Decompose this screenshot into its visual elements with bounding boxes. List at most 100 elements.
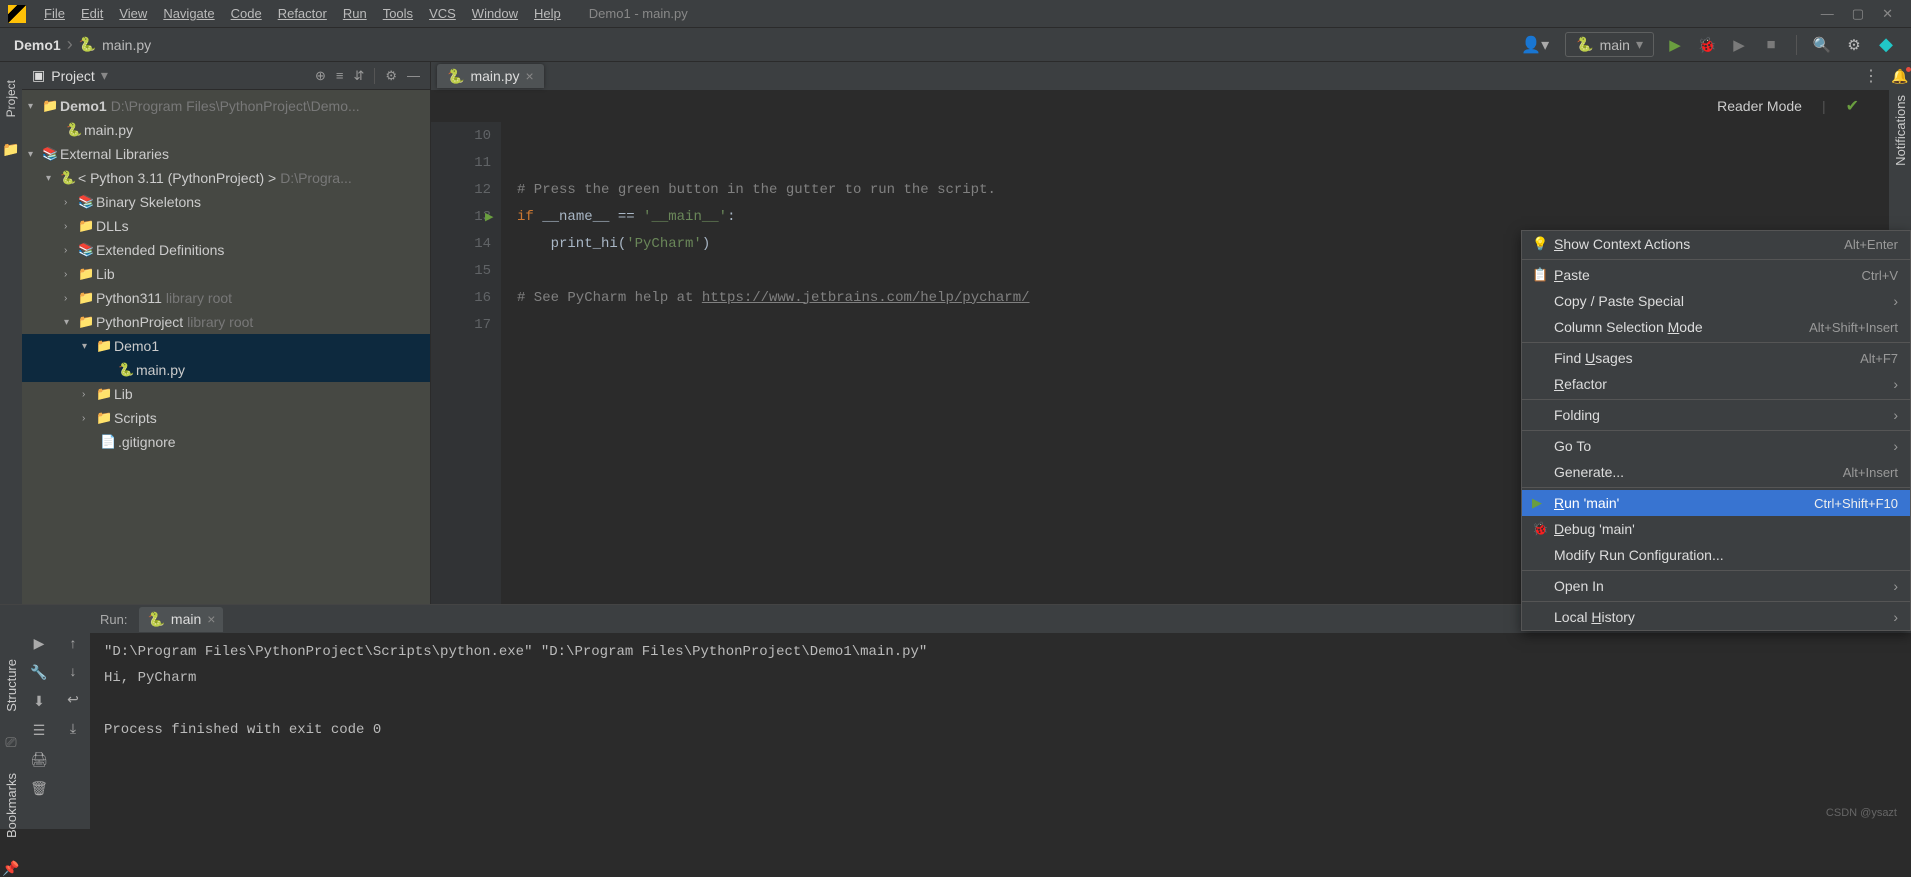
locate-icon[interactable]: ⊕ xyxy=(315,68,326,84)
context-menu-item-open-in[interactable]: Open In› xyxy=(1522,573,1910,599)
menu-code[interactable]: Code xyxy=(223,6,270,21)
breadcrumb-file[interactable]: main.py xyxy=(102,37,151,53)
debug-button[interactable]: 🐞 xyxy=(1696,36,1718,54)
run-config-select[interactable]: 🐍 main ▾ xyxy=(1565,32,1654,57)
hide-icon[interactable]: — xyxy=(407,68,420,84)
rail-project[interactable]: Project xyxy=(4,76,18,121)
inspections-ok-icon[interactable]: ✔ xyxy=(1846,96,1859,116)
python-icon: 🐍 xyxy=(147,611,164,628)
wrench-icon[interactable]: 🔧 xyxy=(30,664,47,681)
context-menu-item-show-context-actions[interactable]: 💡Show Context ActionsAlt+Enter xyxy=(1522,231,1910,257)
context-menu-item-label: Generate... xyxy=(1554,464,1843,480)
tree-item[interactable]: ▾📁PythonProjectlibrary root xyxy=(22,310,430,334)
context-menu-item-column-selection-mode[interactable]: Column Selection ModeAlt+Shift+Insert xyxy=(1522,314,1910,340)
stack-icon[interactable]: ☰ xyxy=(33,722,46,739)
tab-more-icon[interactable]: ⋮ xyxy=(1853,66,1889,86)
down-arrow-icon[interactable]: ⬇ xyxy=(33,693,45,710)
rail-bookmarks[interactable]: Bookmarks xyxy=(4,769,19,842)
user-icon[interactable]: 👤▾ xyxy=(1515,35,1555,55)
tree-root[interactable]: ▾📁 Demo1 D:\Program Files\PythonProject\… xyxy=(22,94,430,118)
scroll-end-icon[interactable]: ⤓ xyxy=(70,720,76,737)
rail-structure[interactable]: Structure xyxy=(4,655,19,716)
search-icon[interactable]: 🔍 xyxy=(1811,36,1833,54)
run-tab-main[interactable]: 🐍 main × xyxy=(139,607,223,632)
run-button[interactable]: ▶ xyxy=(1664,36,1686,54)
notifications-icon[interactable]: 🔔 xyxy=(1891,68,1908,85)
context-menu-item-label: Go To xyxy=(1554,438,1893,454)
menu-refactor[interactable]: Refactor xyxy=(270,6,335,21)
context-menu-item-refactor[interactable]: Refactor› xyxy=(1522,371,1910,397)
tree-item[interactable]: ›📁Lib xyxy=(22,262,430,286)
stop-button[interactable]: ■ xyxy=(1760,36,1782,53)
context-menu-item-local-history[interactable]: Local History› xyxy=(1522,604,1910,630)
tree-demo1-folder[interactable]: ▾📁Demo1 xyxy=(22,334,430,358)
menu-run[interactable]: Run xyxy=(335,6,375,21)
run-with-coverage-button[interactable]: ▶ xyxy=(1728,36,1750,54)
context-menu-item-go-to[interactable]: Go To› xyxy=(1522,433,1910,459)
context-menu-item-folding[interactable]: Folding› xyxy=(1522,402,1910,428)
tree-item[interactable]: ›📁Scripts xyxy=(22,406,430,430)
context-menu-item-paste[interactable]: 📋PasteCtrl+V xyxy=(1522,262,1910,288)
project-pane-title[interactable]: ▣ Project ▾ xyxy=(32,67,108,84)
menu-navigate[interactable]: Navigate xyxy=(155,6,222,21)
rail-notifications[interactable]: Notifications xyxy=(1893,91,1908,170)
settings-icon[interactable]: ⚙ xyxy=(1843,36,1865,54)
soft-wrap-icon[interactable]: ↩ xyxy=(67,691,79,708)
trash-icon[interactable]: 🗑 xyxy=(30,780,48,797)
help-link[interactable]: https://www.jetbrains.com/help/pycharm/ xyxy=(702,290,1030,306)
close-tab-icon[interactable]: × xyxy=(207,611,215,627)
menu-help[interactable]: Help xyxy=(526,6,569,21)
breadcrumb-project[interactable]: Demo1 xyxy=(14,37,61,53)
run-config-name: main xyxy=(1600,37,1630,53)
tree-item[interactable]: ›📚Extended Definitions xyxy=(22,238,430,262)
minimize-icon[interactable]: — xyxy=(1821,6,1834,22)
gear-icon[interactable]: ⚙ xyxy=(385,68,397,84)
editor-tab-main[interactable]: 🐍 main.py × xyxy=(437,64,544,88)
tree-gitignore[interactable]: 📄.gitignore xyxy=(22,430,430,454)
menu-tools[interactable]: Tools xyxy=(375,6,421,21)
menu-view[interactable]: View xyxy=(111,6,155,21)
tree-python[interactable]: ▾🐍 < Python 3.11 (PythonProject) > D:\Pr… xyxy=(22,166,430,190)
context-menu-separator xyxy=(1522,487,1910,488)
folder-icon[interactable]: 📁 xyxy=(2,141,19,158)
toolbox-icon[interactable]: ◆ xyxy=(1875,34,1897,55)
print-icon[interactable]: 🖨 xyxy=(30,751,48,768)
tree-item[interactable]: ›📁Lib xyxy=(22,382,430,406)
context-menu-item-label: Copy / Paste Special xyxy=(1554,293,1893,309)
close-tab-icon[interactable]: × xyxy=(525,68,533,84)
bookmarks-icon[interactable]: 📌 xyxy=(2,860,19,877)
tree-item[interactable]: ›📚Binary Skeletons xyxy=(22,190,430,214)
menu-file[interactable]: File xyxy=(36,6,73,21)
menu-window[interactable]: Window xyxy=(464,6,526,21)
rerun-button[interactable]: ▶ xyxy=(34,635,45,652)
run-output[interactable]: "D:\Program Files\PythonProject\Scripts\… xyxy=(90,633,1911,829)
maximize-icon[interactable]: ▢ xyxy=(1852,6,1864,22)
context-menu-separator xyxy=(1522,342,1910,343)
window-title: Demo1 - main.py xyxy=(569,6,708,21)
context-menu-item-find-usages[interactable]: Find UsagesAlt+F7 xyxy=(1522,345,1910,371)
gutter-run-icon[interactable]: 13 xyxy=(431,203,501,230)
menu-edit[interactable]: Edit xyxy=(73,6,111,21)
submenu-arrow-icon: › xyxy=(1893,407,1898,423)
up-arrow-icon[interactable]: ↑ xyxy=(70,635,77,651)
context-menu-item-label: Debug 'main' xyxy=(1554,521,1898,537)
context-menu-item-debug-main-[interactable]: 🐞Debug 'main' xyxy=(1522,516,1910,542)
reader-mode-toggle[interactable]: Reader Mode xyxy=(1717,98,1802,114)
close-icon[interactable]: ✕ xyxy=(1882,6,1893,22)
down-arrow-icon[interactable]: ↓ xyxy=(70,663,77,679)
context-menu-item-modify-run-configuration-[interactable]: Modify Run Configuration... xyxy=(1522,542,1910,568)
tree-main-py[interactable]: 🐍main.py xyxy=(22,358,430,382)
tree-item[interactable]: ›📁DLLs xyxy=(22,214,430,238)
structure-icon[interactable]: ⎚ xyxy=(5,734,16,751)
tree-item[interactable]: ›📁Python311library root xyxy=(22,286,430,310)
tree-file-main[interactable]: 🐍main.py xyxy=(22,118,430,142)
context-menu-item-generate-[interactable]: Generate...Alt+Insert xyxy=(1522,459,1910,485)
context-menu-item-run-main-[interactable]: ▶Run 'main'Ctrl+Shift+F10 xyxy=(1522,490,1910,516)
tree-ext-libs[interactable]: ▾📚 External Libraries xyxy=(22,142,430,166)
collapse-all-icon[interactable]: ⇵ xyxy=(353,68,364,84)
expand-all-icon[interactable]: ≡ xyxy=(336,68,344,84)
context-menu-item-copy-paste-special[interactable]: Copy / Paste Special› xyxy=(1522,288,1910,314)
menu-vcs[interactable]: VCS xyxy=(421,6,464,21)
context-menu-item-label: Modify Run Configuration... xyxy=(1554,547,1898,563)
context-menu-shortcut: Alt+Insert xyxy=(1843,465,1898,480)
